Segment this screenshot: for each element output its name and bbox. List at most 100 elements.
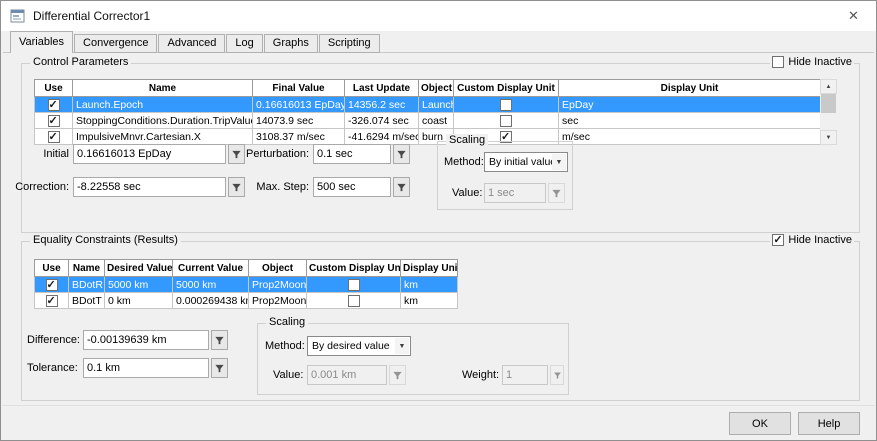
differential-corrector-dialog: Differential Corrector1 ✕ Variables Conv… (0, 0, 877, 441)
tab-bar: Variables Convergence Advanced Log Graph… (10, 31, 381, 53)
dropdown-value: By initial value (489, 156, 556, 168)
tolerance-input[interactable] (83, 358, 209, 378)
cell-desired-value: 0 km (105, 293, 173, 309)
weight-input (502, 365, 548, 385)
initial-label: Initial (21, 148, 69, 160)
tolerance-label: Tolerance: (27, 362, 78, 374)
table-row[interactable]: StoppingConditions.Duration.TripValue 14… (35, 113, 821, 129)
cell-object: Launch (419, 97, 454, 113)
method-label: Method: (444, 156, 484, 168)
tab-scripting[interactable]: Scripting (319, 34, 380, 53)
scaling-method-dropdown[interactable]: By desired value ▼ (307, 336, 411, 356)
cell-name: ImpulsiveMnvr.Cartesian.X (73, 129, 253, 145)
weight-label: Weight: (462, 369, 499, 381)
ok-button[interactable]: OK (729, 412, 791, 435)
tab-variables[interactable]: Variables (10, 31, 73, 53)
cell-desired-value: 5000 km (105, 277, 173, 293)
col-custom-display-unit[interactable]: Custom Display Unit (307, 260, 401, 277)
custom-unit-checkbox[interactable] (500, 99, 512, 111)
title-bar: Differential Corrector1 ✕ (1, 1, 876, 31)
col-object[interactable]: Object (249, 260, 307, 277)
help-button[interactable]: Help (798, 412, 860, 435)
unit-funnel-icon (392, 370, 403, 381)
window-title: Differential Corrector1 (33, 9, 150, 23)
checkbox-box[interactable] (772, 234, 784, 246)
col-use[interactable]: Use (35, 260, 69, 277)
table-header-row: Use Name Final Value Last Update Object … (35, 80, 821, 97)
use-checkbox[interactable] (46, 295, 58, 307)
unit-funnel-icon (551, 188, 562, 199)
unit-funnel-icon (396, 149, 407, 160)
cell-last-update: -326.074 sec (345, 113, 419, 129)
dropdown-arrow-icon: ▼ (395, 338, 409, 354)
hide-inactive-control-checkbox[interactable]: Hide Inactive (770, 56, 854, 68)
initial-input[interactable] (73, 144, 226, 164)
cell-display-unit: sec (559, 113, 821, 129)
col-current-value[interactable]: Current Value (173, 260, 249, 277)
hide-inactive-constraints-checkbox[interactable]: Hide Inactive (770, 234, 854, 246)
scaling-method-dropdown[interactable]: By initial value ▼ (484, 152, 568, 172)
scaling-value-unit-button (389, 365, 406, 385)
cell-current-value: 5000 km (173, 277, 249, 293)
use-checkbox[interactable] (46, 279, 58, 291)
scroll-down-icon[interactable]: ▼ (820, 130, 837, 145)
scroll-up-icon[interactable]: ▲ (820, 79, 837, 94)
vertical-scrollbar[interactable]: ▲ ▼ (820, 79, 837, 145)
max-step-unit-button[interactable] (393, 177, 410, 197)
col-display-unit[interactable]: Display Unit (559, 80, 821, 97)
scaling-group-title: Scaling (446, 134, 488, 146)
difference-unit-button[interactable] (211, 330, 228, 350)
col-desired-value[interactable]: Desired Value (105, 260, 173, 277)
col-last-update[interactable]: Last Update (345, 80, 419, 97)
table-row[interactable]: ImpulsiveMnvr.Cartesian.X 3108.37 m/sec … (35, 129, 821, 145)
col-custom-display-unit[interactable]: Custom Display Unit (454, 80, 559, 97)
scaling-value-input (307, 365, 387, 385)
table-row[interactable]: BDotR 5000 km 5000 km Prop2Moon km (35, 277, 458, 293)
cell-object: coast (419, 113, 454, 129)
cell-name: BDotR (69, 277, 105, 293)
cell-display-unit: EpDay (559, 97, 821, 113)
col-name[interactable]: Name (69, 260, 105, 277)
cell-name: BDotT (69, 293, 105, 309)
custom-unit-checkbox[interactable] (348, 295, 360, 307)
control-scaling-group: Scaling Method: By initial value ▼ Value… (437, 141, 573, 210)
weight-unit-button (550, 365, 564, 385)
use-checkbox[interactable] (48, 131, 60, 143)
table-row[interactable]: BDotT 0 km 0.000269438 km Prop2Moon km (35, 293, 458, 309)
custom-unit-checkbox[interactable] (348, 279, 360, 291)
tolerance-unit-button[interactable] (211, 358, 228, 378)
scaling-group-title: Scaling (266, 316, 308, 328)
col-object[interactable]: Object (419, 80, 454, 97)
custom-unit-checkbox[interactable] (500, 115, 512, 127)
tab-graphs[interactable]: Graphs (264, 34, 318, 53)
use-checkbox[interactable] (48, 99, 60, 111)
scaling-value-input (484, 183, 546, 203)
constraints-scaling-group: Scaling Method: By desired value ▼ Value… (257, 323, 569, 395)
correction-input[interactable] (73, 177, 226, 197)
perturbation-input[interactable] (313, 144, 391, 164)
hide-inactive-label: Hide Inactive (788, 56, 852, 68)
scaling-value-unit-button (548, 183, 565, 203)
cell-display-unit: m/sec (559, 129, 821, 145)
close-button[interactable]: ✕ (831, 1, 876, 31)
difference-input[interactable] (83, 330, 209, 350)
col-display-unit[interactable]: Display Unit (401, 260, 458, 277)
footer-divider (2, 405, 875, 406)
dropdown-value: By desired value (312, 340, 390, 352)
tab-log[interactable]: Log (226, 34, 262, 53)
unit-funnel-icon (214, 335, 225, 346)
col-name[interactable]: Name (73, 80, 253, 97)
max-step-input[interactable] (313, 177, 391, 197)
table-row[interactable]: Launch.Epoch 0.16616013 EpDay 14356.2 se… (35, 97, 821, 113)
checkbox-box[interactable] (772, 56, 784, 68)
equality-constraints-group-title: Equality Constraints (Results) (30, 234, 181, 246)
col-final-value[interactable]: Final Value (253, 80, 345, 97)
use-checkbox[interactable] (48, 115, 60, 127)
perturbation-unit-button[interactable] (393, 144, 410, 164)
col-use[interactable]: Use (35, 80, 73, 97)
scrollbar-thumb[interactable] (821, 94, 836, 113)
close-icon: ✕ (848, 8, 859, 24)
tab-convergence[interactable]: Convergence (74, 34, 157, 53)
tab-advanced[interactable]: Advanced (158, 34, 225, 53)
cell-final-value: 0.16616013 EpDay (253, 97, 345, 113)
